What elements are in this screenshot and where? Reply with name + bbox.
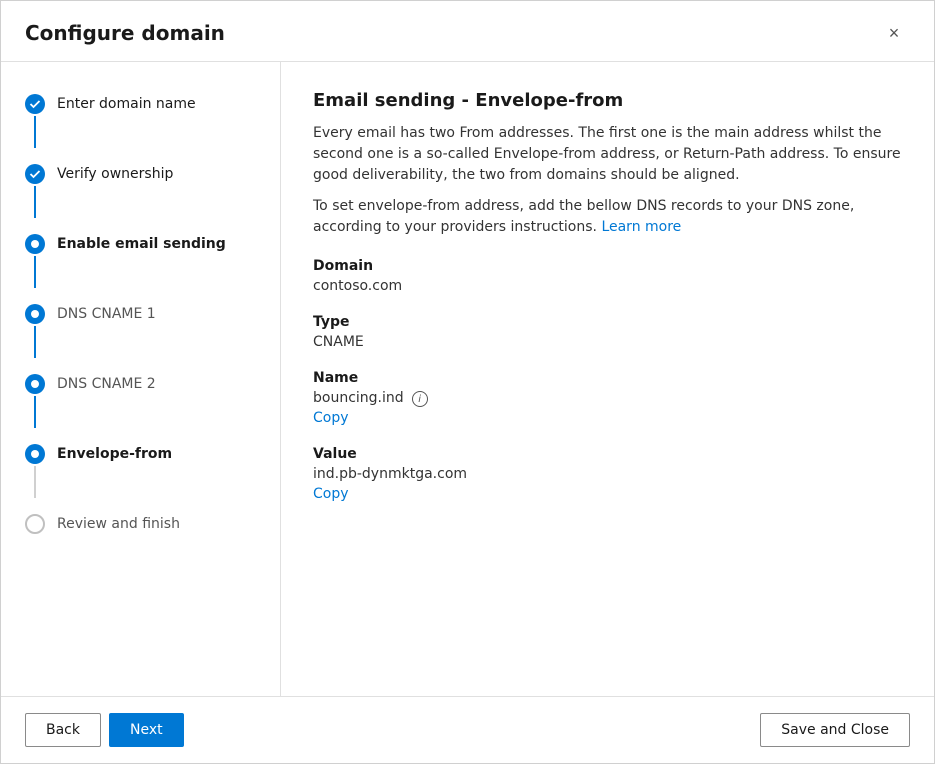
sidebar-item-label-enter-domain: Enter domain name: [57, 94, 196, 114]
sidebar-item-label-dns-cname-1: DNS CNAME 1: [57, 304, 156, 324]
field-group-domain: Domain contoso.com: [313, 258, 902, 294]
copy-value-link[interactable]: Copy: [313, 486, 349, 502]
info-icon-name[interactable]: i: [412, 391, 428, 407]
sidebar-item-envelope-from[interactable]: Envelope-from: [1, 436, 280, 506]
step-circle-5: [25, 374, 45, 394]
footer-left-buttons: Back Next: [25, 713, 184, 747]
step-circle-2: [25, 164, 45, 184]
step-indicator-6: [25, 444, 45, 498]
section-title: Email sending - Envelope-from: [313, 90, 902, 111]
description-2: To set envelope-from address, add the be…: [313, 196, 902, 238]
modal-header: Configure domain ×: [1, 1, 934, 62]
name-value-row: bouncing.ind i: [313, 390, 902, 408]
step-line-3: [34, 256, 36, 288]
step-indicator-4: [25, 304, 45, 358]
sidebar-item-verify-ownership[interactable]: Verify ownership: [1, 156, 280, 226]
field-group-value: Value ind.pb-dynmktga.com Copy: [313, 446, 902, 502]
learn-more-link[interactable]: Learn more: [601, 219, 681, 235]
step-circle-4: [25, 304, 45, 324]
step-line-4: [34, 326, 36, 358]
close-button[interactable]: ×: [878, 17, 910, 49]
field-label-value: Value: [313, 446, 902, 462]
sidebar-item-label-dns-cname-2: DNS CNAME 2: [57, 374, 156, 394]
sidebar-item-label-envelope-from: Envelope-from: [57, 444, 172, 464]
field-value-domain: contoso.com: [313, 278, 902, 294]
step-indicator-1: [25, 94, 45, 148]
modal-footer: Back Next Save and Close: [1, 696, 934, 763]
step-circle-1: [25, 94, 45, 114]
field-label-name: Name: [313, 370, 902, 386]
field-value-value: ind.pb-dynmktga.com: [313, 466, 902, 482]
step-circle-7: [25, 514, 45, 534]
description-1: Every email has two From addresses. The …: [313, 123, 902, 186]
sidebar-item-dns-cname-2[interactable]: DNS CNAME 2: [1, 366, 280, 436]
modal-body: Enter domain name Verify ownership: [1, 62, 934, 696]
step-line-6: [34, 466, 36, 498]
step-indicator-3: [25, 234, 45, 288]
step-line-2: [34, 186, 36, 218]
sidebar-item-label-enable-email-sending: Enable email sending: [57, 234, 226, 254]
modal-title: Configure domain: [25, 21, 225, 45]
configure-domain-modal: Configure domain × Enter domain name: [0, 0, 935, 764]
step-indicator-5: [25, 374, 45, 428]
main-content: Email sending - Envelope-from Every emai…: [281, 62, 934, 696]
copy-name-link[interactable]: Copy: [313, 410, 349, 426]
step-indicator-2: [25, 164, 45, 218]
field-group-type: Type CNAME: [313, 314, 902, 350]
step-circle-6: [25, 444, 45, 464]
sidebar-item-dns-cname-1[interactable]: DNS CNAME 1: [1, 296, 280, 366]
step-indicator-7: [25, 514, 45, 534]
steps-sidebar: Enter domain name Verify ownership: [1, 62, 281, 696]
field-group-name: Name bouncing.ind i Copy: [313, 370, 902, 426]
sidebar-item-review-finish[interactable]: Review and finish: [1, 506, 280, 542]
field-label-type: Type: [313, 314, 902, 330]
sidebar-item-label-verify-ownership: Verify ownership: [57, 164, 173, 184]
sidebar-item-label-review-finish: Review and finish: [57, 514, 180, 534]
next-button[interactable]: Next: [109, 713, 184, 747]
sidebar-item-enable-email-sending[interactable]: Enable email sending: [1, 226, 280, 296]
step-line-5: [34, 396, 36, 428]
sidebar-item-enter-domain[interactable]: Enter domain name: [1, 86, 280, 156]
step-circle-3: [25, 234, 45, 254]
field-value-type: CNAME: [313, 334, 902, 350]
save-close-button[interactable]: Save and Close: [760, 713, 910, 747]
field-label-domain: Domain: [313, 258, 902, 274]
back-button[interactable]: Back: [25, 713, 101, 747]
field-value-name: bouncing.ind: [313, 390, 404, 406]
step-line-1: [34, 116, 36, 148]
